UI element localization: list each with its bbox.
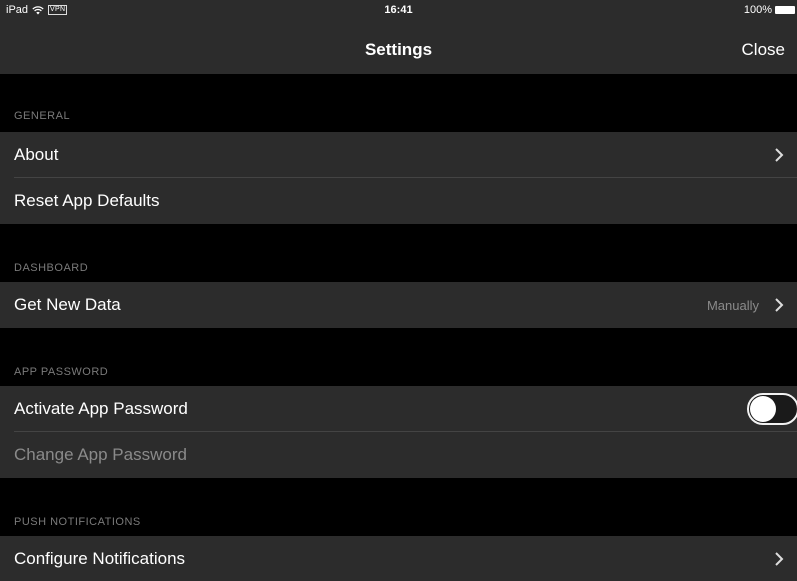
battery-icon bbox=[775, 6, 795, 14]
configure-notifications-label: Configure Notifications bbox=[14, 548, 186, 568]
chevron-right-icon bbox=[775, 298, 784, 312]
status-time: 16:41 bbox=[384, 4, 413, 16]
about-row[interactable]: About bbox=[0, 132, 797, 178]
chevron-right-icon bbox=[775, 552, 784, 566]
activate-app-password-toggle[interactable] bbox=[747, 393, 797, 425]
get-new-data-row[interactable]: Get New Data Manually bbox=[0, 282, 797, 328]
get-new-data-label: Get New Data bbox=[14, 295, 121, 314]
activate-app-password-label: Activate App Password bbox=[14, 399, 188, 418]
configure-notifications-row[interactable]: Configure Notifications bbox=[0, 536, 797, 581]
reset-app-defaults-row[interactable]: Reset App Defaults bbox=[0, 178, 797, 224]
activate-app-password-row: Activate App Password bbox=[0, 386, 797, 432]
reset-app-defaults-label: Reset App Defaults bbox=[14, 191, 160, 210]
section-header-push-notifications: PUSH NOTIFICATIONS bbox=[14, 516, 141, 528]
toggle-knob bbox=[750, 396, 776, 422]
navigation-bar: Settings Close bbox=[0, 20, 797, 74]
change-app-password-row[interactable]: Change App Password bbox=[0, 432, 797, 478]
chevron-right-icon bbox=[775, 148, 784, 162]
page-title: Settings bbox=[364, 40, 433, 59]
section-header-dashboard: DASHBOARD bbox=[14, 262, 89, 274]
about-label: About bbox=[14, 145, 59, 164]
battery-percent: 100% bbox=[743, 4, 772, 16]
section-header-app-password: APP PASSWORD bbox=[14, 366, 109, 378]
status-right: 100% bbox=[744, 4, 795, 16]
change-app-password-label: Change App Password bbox=[14, 445, 187, 464]
section-header-general: GENERAL bbox=[14, 110, 71, 122]
get-new-data-value: Manually bbox=[706, 298, 759, 313]
close-button[interactable]: Close bbox=[742, 40, 785, 60]
status-bar: iPad VPN 16:41 100% bbox=[0, 0, 797, 20]
